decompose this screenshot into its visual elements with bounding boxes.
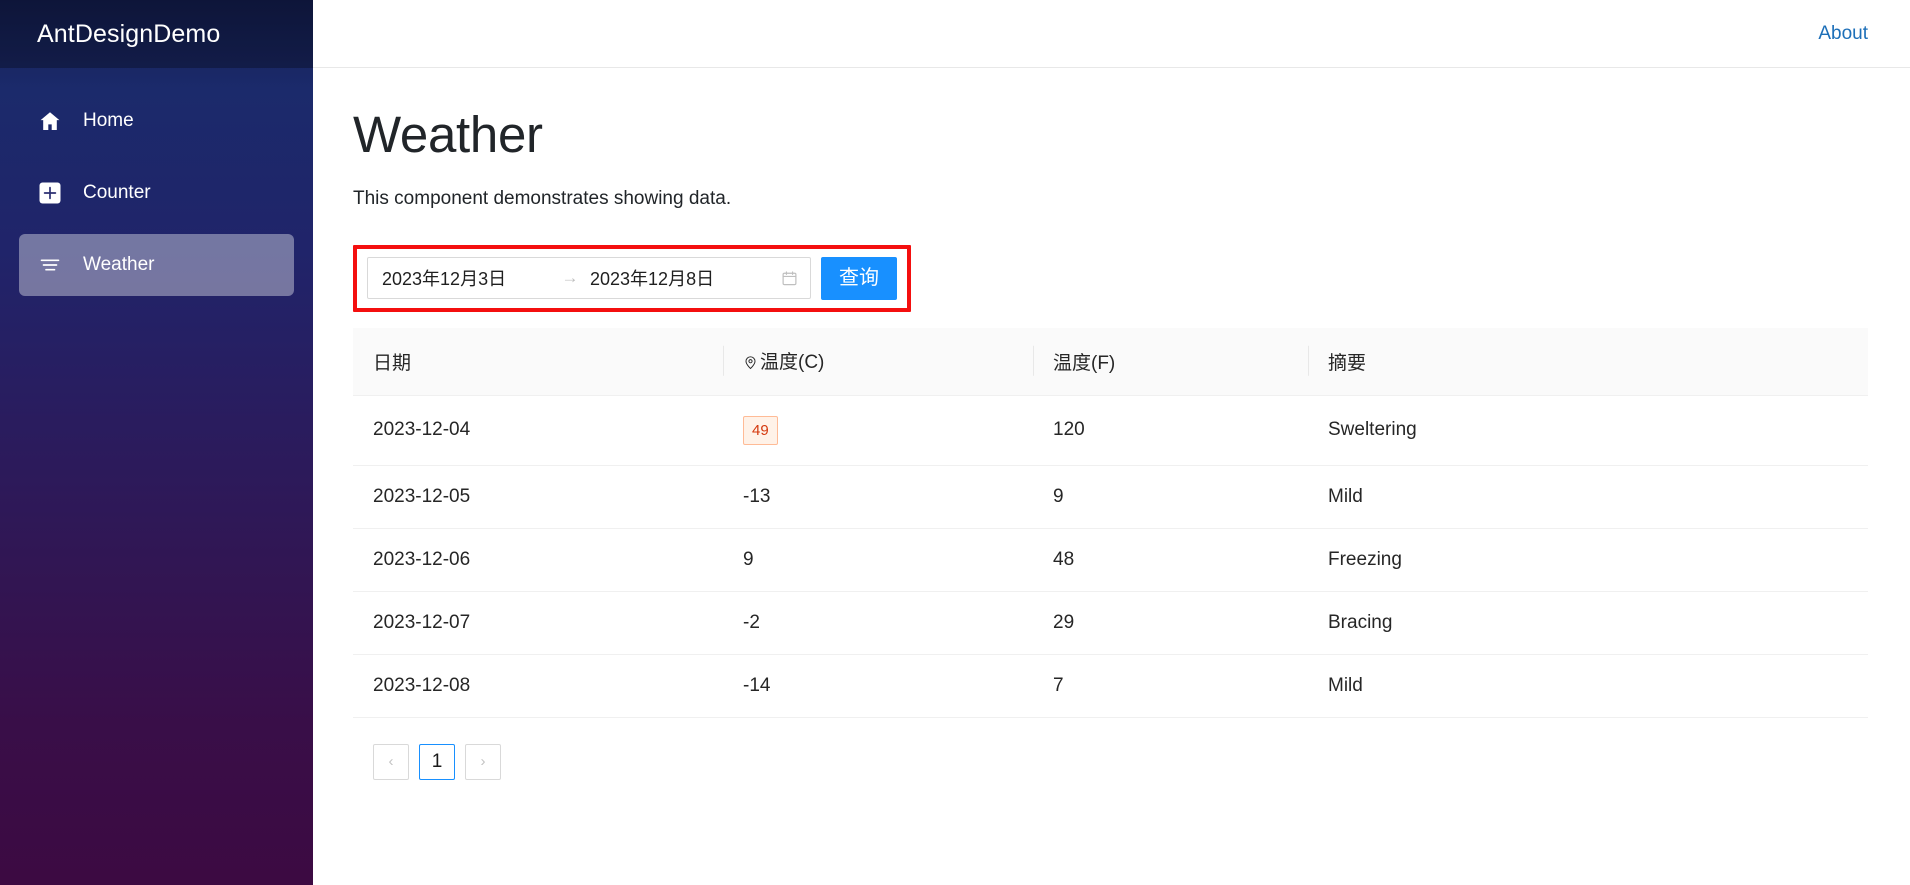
sidebar-item-counter[interactable]: Counter [19, 162, 294, 224]
app-root: AntDesignDemo Home Counter Weather About… [0, 0, 1910, 885]
cell-fahrenheit: 120 [1033, 395, 1308, 466]
filter-row: → 查询 [367, 256, 897, 300]
column-header-label: 温度(C) [760, 351, 825, 373]
pagination-next-button[interactable]: › [465, 743, 501, 780]
table-header-row: 日期 温度(C) 温度(F) 摘要 [353, 327, 1868, 396]
table-body: 2023-12-04 49 120 Sweltering 2023-12-05 -13 9 M… [353, 395, 1868, 718]
table-row[interactable]: 2023-12-06 9 48 Freezing [353, 528, 1868, 592]
cell-fahrenheit: 29 [1033, 591, 1308, 655]
table-head: 日期 温度(C) 温度(F) 摘要 [353, 327, 1868, 396]
weather-table: 日期 温度(C) 温度(F) 摘要 2023-12-04 49 120 Swel… [353, 327, 1868, 718]
table-row[interactable]: 2023-12-07 -2 29 Bracing [353, 591, 1868, 655]
column-header-label: 摘要 [1328, 352, 1367, 374]
cell-date: 2023-12-05 [353, 465, 723, 529]
cell-celsius: -13 [723, 465, 1033, 529]
top-bar: About [313, 0, 1910, 68]
cell-summary: Mild [1308, 465, 1868, 529]
cell-fahrenheit: 7 [1033, 654, 1308, 718]
cell-summary: Sweltering [1308, 395, 1868, 466]
date-range-picker[interactable]: → [367, 257, 811, 300]
cell-fahrenheit: 9 [1033, 465, 1308, 529]
cell-fahrenheit: 48 [1033, 528, 1308, 592]
page-title: Weather [353, 106, 543, 163]
home-icon [37, 108, 63, 134]
query-button[interactable]: 查询 [821, 256, 897, 300]
column-header-date[interactable]: 日期 [353, 327, 723, 396]
sidebar: AntDesignDemo Home Counter Weather [0, 0, 313, 885]
column-header-label: 温度(F) [1053, 352, 1116, 374]
cell-celsius: 9 [723, 528, 1033, 592]
pagination-prev-button[interactable]: ‹ [373, 743, 409, 780]
start-date-input[interactable] [382, 267, 550, 289]
column-header-label: 日期 [373, 352, 412, 374]
location-pin-icon [743, 354, 758, 376]
page-description: This component demonstrates showing data… [353, 187, 732, 209]
column-header-summary[interactable]: 摘要 [1308, 327, 1868, 396]
table-row[interactable]: 2023-12-05 -13 9 Mild [353, 465, 1868, 529]
cell-celsius: -2 [723, 591, 1033, 655]
sidebar-item-label: Home [83, 110, 134, 131]
list-icon [37, 252, 63, 278]
column-header-fahrenheit[interactable]: 温度(F) [1033, 327, 1308, 396]
sidebar-nav: Home Counter Weather [0, 68, 313, 306]
page-content: Weather This component demonstrates show… [313, 68, 1910, 885]
cell-celsius: -14 [723, 654, 1033, 718]
sidebar-item-label: Weather [83, 254, 155, 275]
sidebar-item-weather[interactable]: Weather [19, 234, 294, 296]
brand[interactable]: AntDesignDemo [0, 0, 313, 68]
cell-summary: Bracing [1308, 591, 1868, 655]
cell-celsius: 49 [723, 395, 1033, 466]
weather-table-wrapper: 日期 温度(C) 温度(F) 摘要 2023-12-04 49 120 Swel… [353, 327, 1868, 780]
pagination-page-1[interactable]: 1 [419, 743, 455, 780]
sidebar-item-home[interactable]: Home [19, 90, 294, 152]
cell-date: 2023-12-06 [353, 528, 723, 592]
cell-date: 2023-12-08 [353, 654, 723, 718]
column-header-celsius[interactable]: 温度(C) [723, 327, 1033, 396]
cell-summary: Freezing [1308, 528, 1868, 592]
table-row[interactable]: 2023-12-08 -14 7 Mild [353, 654, 1868, 718]
pagination: ‹ 1 › [353, 743, 1868, 780]
end-date-input[interactable] [590, 267, 758, 289]
annotation-highlight-box: → 查询 [353, 244, 911, 312]
table-row[interactable]: 2023-12-04 49 120 Sweltering [353, 395, 1868, 466]
brand-title: AntDesignDemo [37, 19, 221, 48]
main-area: About Weather This component demonstrate… [313, 0, 1910, 885]
cell-summary: Mild [1308, 654, 1868, 718]
range-separator: → [561, 268, 579, 288]
about-link[interactable]: About [1818, 23, 1868, 45]
sidebar-item-label: Counter [83, 182, 151, 203]
plus-square-icon [37, 180, 63, 206]
status-badge: 49 [743, 415, 778, 445]
cell-date: 2023-12-04 [353, 395, 723, 466]
calendar-icon[interactable] [781, 270, 798, 287]
cell-date: 2023-12-07 [353, 591, 723, 655]
